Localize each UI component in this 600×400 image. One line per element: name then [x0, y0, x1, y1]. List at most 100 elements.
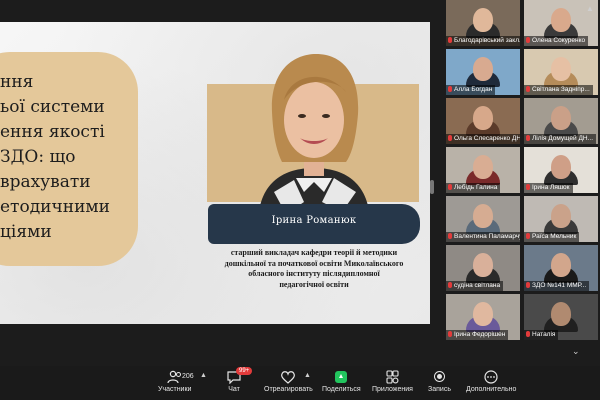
- participant-name-label: Олена Сокуренко: [524, 36, 589, 46]
- meeting-toolbar: Участники 206 ▲ 99+ Чат Отреагировать ▲ …: [0, 366, 600, 400]
- slide-title-line: етодичними: [0, 197, 110, 217]
- muted-mic-icon: [526, 135, 530, 141]
- muted-mic-icon: [526, 86, 530, 92]
- slide-title-line: ення якості: [0, 122, 105, 142]
- more-label: Дополнительно: [466, 386, 517, 393]
- participant-name: судіна світлана: [454, 282, 501, 289]
- participant-tile[interactable]: Валентина Паламарчук: [446, 196, 520, 242]
- slide-title-line: ьої системи: [0, 97, 105, 117]
- participant-name-label: Алла Богдан: [446, 85, 496, 95]
- participants-label: Участники: [158, 386, 192, 393]
- participant-name-label: Ольга Слесаренко ДН...: [446, 134, 520, 144]
- muted-mic-icon: [448, 331, 452, 337]
- participant-video: [551, 302, 571, 326]
- slide-title-line: ціями: [0, 222, 52, 242]
- participant-name-label: судіна світлана: [446, 281, 504, 291]
- slide-title-line: врахувати: [0, 172, 91, 192]
- muted-mic-icon: [448, 37, 452, 43]
- participant-tile[interactable]: Раїса Мельник: [524, 196, 598, 242]
- muted-mic-icon: [448, 86, 452, 92]
- participant-name-label: Лілія Домущей ДН...: [524, 134, 596, 144]
- participant-name: Лебідь Галина: [454, 184, 498, 191]
- zoom-meeting-window: ння ьої системи ення якості ЗДО: що врах…: [0, 0, 600, 400]
- participant-video: [551, 8, 571, 32]
- apps-icon: [386, 370, 400, 384]
- presenter-description: старший викладач кафедри теорії й методи…: [204, 248, 424, 290]
- participant-video: [551, 155, 571, 179]
- presenter-desc-line: обласного інституту післядипломної: [248, 269, 380, 278]
- participant-tile[interactable]: Наталія: [524, 294, 598, 340]
- participant-name: Ольга Слесаренко ДН...: [454, 135, 520, 142]
- presenter-desc-line: педагогічної освіти: [279, 279, 349, 289]
- participant-tile[interactable]: судіна світлана: [446, 245, 520, 291]
- slide-title-line: ЗДО: що: [0, 147, 76, 167]
- presenter-photo: [258, 54, 370, 220]
- share-resize-handle[interactable]: [430, 180, 434, 194]
- participant-name: Олена Сокуренко: [532, 37, 586, 44]
- more-icon: [484, 370, 498, 384]
- muted-mic-icon: [526, 282, 530, 288]
- record-icon: [431, 370, 447, 384]
- participant-name-label: Валентина Паламарчук: [446, 232, 520, 242]
- participant-tile[interactable]: Світлана Задніпр...: [524, 49, 598, 95]
- participant-tile[interactable]: Ірина Федорішен: [446, 294, 520, 340]
- shared-screen: ння ьої системи ення якості ЗДО: що врах…: [0, 22, 430, 324]
- participant-name: Лілія Домущей ДН...: [532, 135, 593, 142]
- participant-video: [473, 155, 493, 179]
- participant-name: Світлана Задніпр...: [532, 86, 590, 93]
- participant-tile[interactable]: Лілія Домущей ДН...: [524, 98, 598, 144]
- participant-video: [551, 57, 571, 81]
- participant-video: [473, 253, 493, 277]
- apps-button[interactable]: Приложения: [372, 370, 413, 393]
- participant-name-label: Ірина Ляшок: [524, 183, 573, 193]
- chat-button[interactable]: 99+ Чат: [226, 367, 253, 393]
- participants-caret-icon[interactable]: ▲: [200, 372, 207, 379]
- participant-video: [473, 8, 493, 32]
- participant-tile[interactable]: Лебідь Галина: [446, 147, 520, 193]
- share-label: Поделиться: [322, 386, 361, 393]
- presenter-desc-line: старший викладач кафедри теорії й методи…: [230, 248, 398, 257]
- chevron-down-icon[interactable]: ⌄: [572, 346, 580, 357]
- participant-name-label: Ірина Федорішен: [446, 330, 509, 340]
- chevron-up-icon[interactable]: ▲: [586, 4, 594, 13]
- participant-name-label: Наталія: [524, 330, 559, 340]
- participant-tile[interactable]: ЗДО №141 ММР...: [524, 245, 598, 291]
- participant-name-label: Світлана Задніпр...: [524, 85, 593, 95]
- share-screen-button[interactable]: Поделиться: [322, 370, 361, 393]
- record-button[interactable]: Запись: [428, 370, 451, 393]
- participant-name: Благодарівський закл...: [454, 37, 520, 44]
- slide-title-line: ння: [0, 72, 34, 92]
- participant-video: [551, 253, 571, 277]
- participant-tile[interactable]: Благодарівський закл...: [446, 0, 520, 46]
- muted-mic-icon: [448, 184, 452, 190]
- participant-tile[interactable]: Ірина Ляшок: [524, 147, 598, 193]
- react-label: Отреагировать: [264, 386, 313, 393]
- presenter-desc-line: дошкільної та початкової освіти Миколаїв…: [224, 258, 404, 268]
- muted-mic-icon: [526, 331, 530, 337]
- participant-name: Раїса Мельник: [532, 233, 577, 240]
- muted-mic-icon: [448, 233, 452, 239]
- share-screen-icon: [333, 370, 349, 384]
- participant-name: ЗДО №141 ММР...: [532, 282, 587, 289]
- muted-mic-icon: [448, 135, 452, 141]
- react-caret-icon[interactable]: ▲: [304, 372, 311, 379]
- participant-name: Алла Богдан: [454, 86, 493, 93]
- chat-label: Чат: [228, 386, 240, 393]
- participant-name-label: Благодарівський закл...: [446, 36, 520, 46]
- more-button[interactable]: Дополнительно: [466, 370, 516, 393]
- participant-name-label: ЗДО №141 ММР...: [524, 281, 590, 291]
- participants-icon: [167, 370, 181, 384]
- participant-gallery: Благодарівський закл... Олена Сокуренко Ал…: [446, 0, 600, 350]
- participant-video: [473, 302, 493, 326]
- participant-tile[interactable]: Ольга Слесаренко ДН...: [446, 98, 520, 144]
- participant-name-label: Лебідь Галина: [446, 183, 501, 193]
- presenter-name: Ірина Романюк: [271, 215, 357, 226]
- participant-name: Ірина Ляшок: [532, 184, 570, 191]
- heart-icon: [281, 371, 296, 384]
- muted-mic-icon: [448, 282, 452, 288]
- slide-title: ння ьої системи ення якості ЗДО: що врах…: [0, 70, 150, 245]
- participant-video: [551, 204, 571, 228]
- participant-tile[interactable]: Алла Богдан: [446, 49, 520, 95]
- participant-name: Валентина Паламарчук: [454, 233, 520, 240]
- participant-video: [473, 57, 493, 81]
